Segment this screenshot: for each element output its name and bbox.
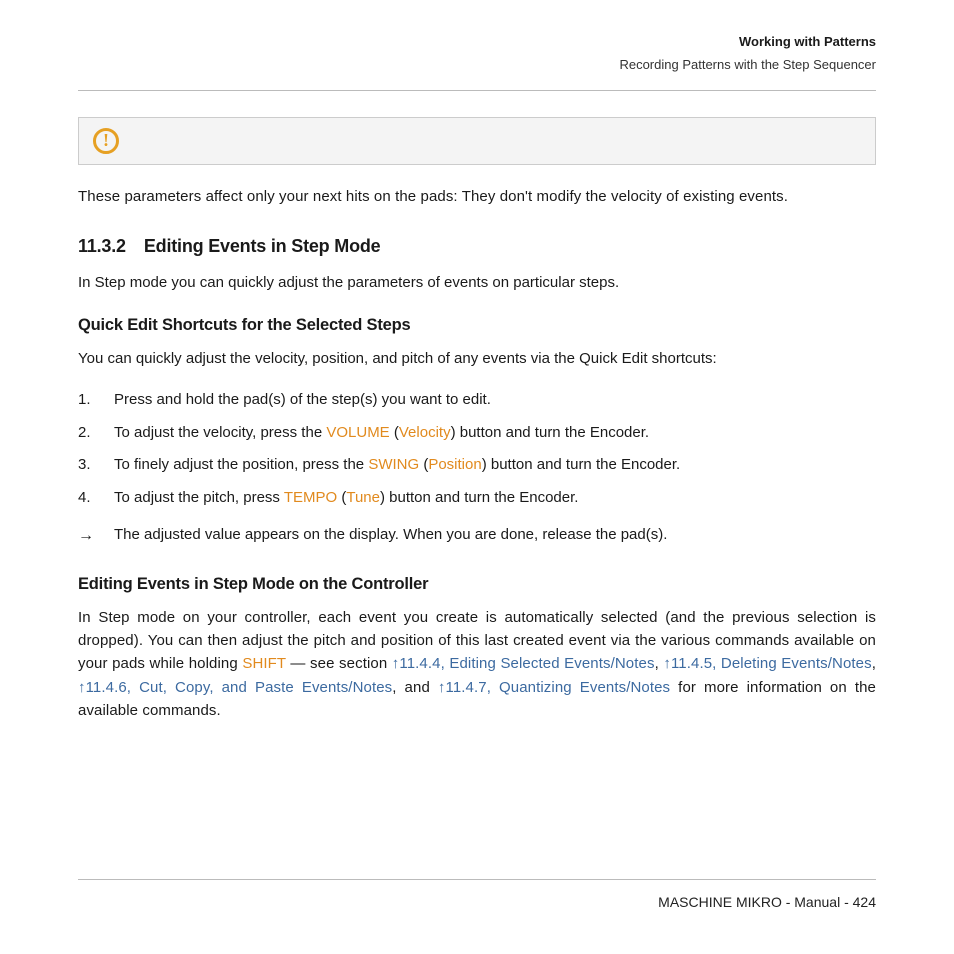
controller-paragraph: In Step mode on your controller, each ev… (78, 606, 876, 722)
step-number: 1. (78, 389, 91, 412)
keyword-swing: SWING (368, 456, 419, 473)
keyword-velocity: Velocity (399, 424, 451, 441)
keyword-shift: SHIFT (242, 655, 286, 672)
section-number: 11.3.2 (78, 236, 126, 256)
page-header: Working with Patterns Recording Patterns… (78, 32, 876, 91)
header-title: Working with Patterns (78, 32, 876, 53)
xref-link[interactable]: ↑11.4.6, Cut, Copy, and Paste Events/Not… (78, 679, 392, 696)
step-number: 2. (78, 422, 91, 445)
section-title: Editing Events in Step Mode (144, 236, 381, 256)
list-item: 1. Press and hold the pad(s) of the step… (78, 384, 876, 417)
xref-link[interactable]: ↑11.4.4, Editing Selected Events/Notes (392, 655, 655, 672)
keyword-tune: Tune (346, 489, 380, 506)
step-number: 3. (78, 454, 91, 477)
xref-link[interactable]: ↑11.4.5, Deleting Events/Notes (663, 655, 871, 672)
keyword-tempo: TEMPO (284, 489, 337, 506)
shortcuts-intro: You can quickly adjust the velocity, pos… (78, 347, 876, 370)
xref-link[interactable]: ↑11.4.7, Quantizing Events/Notes (438, 679, 670, 696)
step-text: To adjust the velocity, press the VOLUME… (114, 424, 649, 441)
subsection-heading-controller: Editing Events in Step Mode on the Contr… (78, 575, 876, 594)
alert-icon: ! (93, 128, 119, 154)
arrow-icon: → (78, 524, 94, 548)
subsection-heading-shortcuts: Quick Edit Shortcuts for the Selected St… (78, 316, 876, 335)
step-text: To finely adjust the position, press the… (114, 456, 680, 473)
list-item: 3. To finely adjust the position, press … (78, 449, 876, 482)
steps-list: 1. Press and hold the pad(s) of the step… (78, 384, 876, 514)
page-footer: MASCHINE MIKRO - Manual - 424 (658, 894, 876, 910)
section-heading: 11.3.2 Editing Events in Step Mode (78, 236, 876, 257)
alert-box: ! (78, 117, 876, 165)
keyword-volume: VOLUME (326, 424, 389, 441)
list-item: 4. To adjust the pitch, press TEMPO (Tun… (78, 482, 876, 515)
section-intro: In Step mode you can quickly adjust the … (78, 271, 876, 294)
step-number: 4. (78, 487, 91, 510)
intro-paragraph: These parameters affect only your next h… (78, 185, 876, 208)
list-item: 2. To adjust the velocity, press the VOL… (78, 417, 876, 450)
step-text: Press and hold the pad(s) of the step(s)… (114, 391, 491, 408)
result-line: → The adjusted value appears on the disp… (78, 514, 876, 553)
step-text: To adjust the pitch, press TEMPO (Tune) … (114, 489, 578, 506)
keyword-position: Position (428, 456, 481, 473)
footer-divider (78, 879, 876, 880)
header-subtitle: Recording Patterns with the Step Sequenc… (78, 55, 876, 76)
result-text: The adjusted value appears on the displa… (114, 526, 667, 543)
